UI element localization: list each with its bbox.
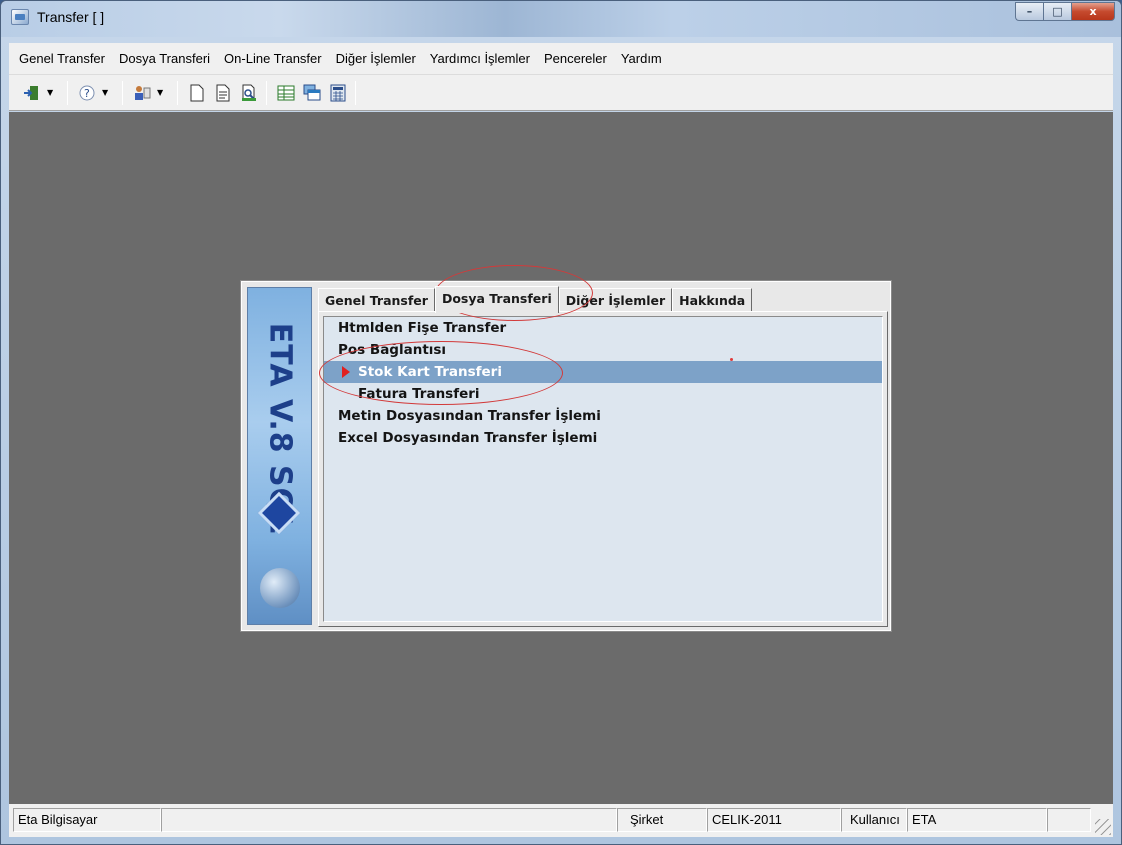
minimize-button[interactable]: – xyxy=(1015,2,1043,21)
list-item[interactable]: Pos Bağlantısı xyxy=(324,339,882,361)
help-icon[interactable]: ? xyxy=(76,82,98,104)
svg-text:?: ? xyxy=(84,87,90,100)
list-item[interactable]: Excel Dosyasından Transfer İşlemi xyxy=(324,427,882,449)
list-item-label: Excel Dosyasından Transfer İşlemi xyxy=(338,430,598,446)
close-button[interactable]: x xyxy=(1071,2,1115,21)
app-icon[interactable] xyxy=(11,9,29,25)
menu-bar: Genel Transfer Dosya Transferi On-Line T… xyxy=(9,43,1113,75)
list-item[interactable]: Metin Dosyasından Transfer İşlemi xyxy=(324,405,882,427)
list-item-label: Fatura Transferi xyxy=(358,386,480,402)
toolbar-separator xyxy=(122,80,123,105)
tab-genel-transfer[interactable]: Genel Transfer xyxy=(318,288,435,312)
user-icon[interactable] xyxy=(131,82,153,104)
list-item-selected[interactable]: Stok Kart Transferi xyxy=(324,361,882,383)
toolbar-separator xyxy=(177,80,178,105)
status-extra-panel xyxy=(1047,808,1091,832)
eta-logo-panel: ETA V.8 SQL xyxy=(247,287,312,625)
status-sirket-value: CELIK-2011 xyxy=(707,808,841,832)
annotation-dot xyxy=(730,358,733,361)
menu-yardim[interactable]: Yardım xyxy=(621,51,662,66)
status-bar: Eta Bilgisayar Şirket CELIK-2011 Kullanı… xyxy=(9,804,1113,837)
tab-strip: Genel Transfer Dosya Transferi Diğer İşl… xyxy=(318,286,753,313)
tab-diger-islemler[interactable]: Diğer İşlemler xyxy=(558,288,673,312)
list-item-label: Metin Dosyasından Transfer İşlemi xyxy=(338,408,601,424)
transfer-dialog: ETA V.8 SQL Genel Transfer Dosya Transfe… xyxy=(240,280,892,632)
calculator-icon[interactable] xyxy=(327,82,349,104)
menu-online-transfer[interactable]: On-Line Transfer xyxy=(224,51,322,66)
status-sirket-label: Şirket xyxy=(617,808,707,832)
menu-genel-transfer[interactable]: Genel Transfer xyxy=(19,51,105,66)
toolbar: ▼ ? ▼ ▼ xyxy=(9,75,1113,111)
list-item-label: Htmlden Fişe Transfer xyxy=(338,320,507,336)
status-kullanici-value: ETA xyxy=(907,808,1047,832)
title-bar[interactable]: Transfer [ ] – □ x xyxy=(1,1,1121,37)
grid-icon[interactable] xyxy=(275,82,297,104)
status-company: Eta Bilgisayar xyxy=(13,808,161,832)
menu-dosya-transferi[interactable]: Dosya Transferi xyxy=(119,51,210,66)
exit-icon[interactable] xyxy=(21,82,43,104)
menu-pencereler[interactable]: Pencereler xyxy=(544,51,607,66)
globe-icon xyxy=(260,568,300,608)
print-preview-icon[interactable] xyxy=(238,82,260,104)
tab-dosya-transferi[interactable]: Dosya Transferi xyxy=(434,286,559,313)
menu-yardimci-islemler[interactable]: Yardımcı İşlemler xyxy=(430,51,530,66)
list-item[interactable]: Fatura Transferi xyxy=(324,383,882,405)
toolbar-separator xyxy=(355,80,356,105)
status-kullanici-label: Kullanıcı xyxy=(841,808,907,832)
list-item-label: Pos Bağlantısı xyxy=(338,342,447,358)
window-title: Transfer [ ] xyxy=(37,9,105,25)
document-icon[interactable] xyxy=(212,82,234,104)
tab-panel: Htmlden Fişe Transfer Pos Bağlantısı Sto… xyxy=(318,311,888,627)
user-dropdown-icon[interactable]: ▼ xyxy=(157,82,167,104)
tab-hakkinda[interactable]: Hakkında xyxy=(672,288,753,312)
menu-diger-islemler[interactable]: Diğer İşlemler xyxy=(336,51,416,66)
transfer-options-list: Htmlden Fişe Transfer Pos Bağlantısı Sto… xyxy=(323,316,883,622)
resize-grip-icon[interactable] xyxy=(1095,819,1111,835)
status-empty-panel xyxy=(161,808,617,832)
help-dropdown-icon[interactable]: ▼ xyxy=(102,82,112,104)
application-window: Transfer [ ] – □ x Genel Transfer Dosya … xyxy=(0,0,1122,845)
windows-icon[interactable] xyxy=(301,82,323,104)
exit-dropdown-icon[interactable]: ▼ xyxy=(47,82,57,104)
window-controls: – □ x xyxy=(1015,2,1115,21)
list-item-label: Stok Kart Transferi xyxy=(358,364,502,380)
new-document-icon[interactable] xyxy=(186,82,208,104)
arrow-right-icon xyxy=(342,366,350,378)
toolbar-separator xyxy=(67,80,68,105)
list-item[interactable]: Htmlden Fişe Transfer xyxy=(324,317,882,339)
toolbar-separator xyxy=(266,80,267,105)
maximize-button[interactable]: □ xyxy=(1043,2,1071,21)
